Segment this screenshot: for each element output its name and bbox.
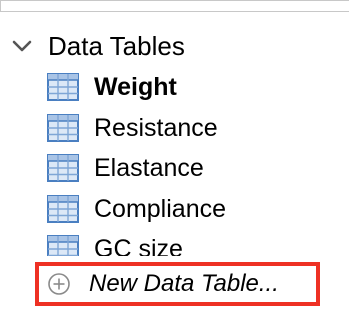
plus-circle-icon bbox=[48, 273, 70, 295]
data-tables-section-label: Data Tables bbox=[48, 31, 185, 61]
new-data-table-label: New Data Table... bbox=[89, 270, 279, 297]
new-data-table-button[interactable]: New Data Table... bbox=[35, 262, 320, 306]
tree-item-compliance[interactable]: Compliance bbox=[46, 192, 226, 226]
chevron-down-icon[interactable] bbox=[10, 34, 34, 58]
tree-item-label: Elastance bbox=[94, 154, 204, 182]
tree-item-label: GC size bbox=[94, 235, 183, 256]
data-tables-section-header[interactable]: Data Tables bbox=[10, 26, 185, 66]
tree-item-weight[interactable]: Weight bbox=[46, 70, 177, 104]
tree-item-label: Compliance bbox=[94, 195, 227, 223]
tree-item-gc-size[interactable]: GC size bbox=[46, 232, 296, 256]
tree-item-label: Weight bbox=[94, 73, 177, 101]
tree-item-gc-size-clip: GC size bbox=[46, 226, 296, 256]
data-table-icon bbox=[47, 73, 79, 101]
data-tables-navigator: Data Tables Weight Resistance Elastance … bbox=[0, 0, 349, 312]
navigator-top-edge bbox=[0, 0, 349, 12]
data-table-icon bbox=[47, 114, 79, 142]
data-table-icon bbox=[47, 154, 79, 182]
data-table-icon bbox=[47, 195, 79, 223]
tree-item-label: Resistance bbox=[94, 114, 218, 142]
tree-item-resistance[interactable]: Resistance bbox=[46, 111, 218, 145]
tree-item-elastance[interactable]: Elastance bbox=[46, 151, 204, 185]
data-table-icon bbox=[47, 235, 79, 256]
